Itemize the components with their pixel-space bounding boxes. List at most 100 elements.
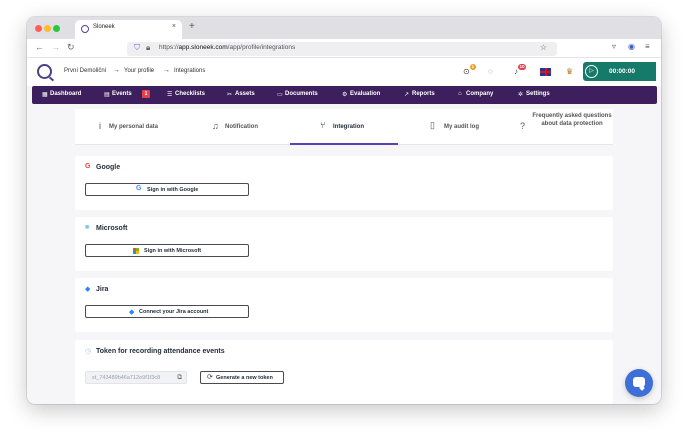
jira-integration-card: ◆ Jira ◆ Connect your Jira account: [75, 278, 613, 332]
menu-item-events[interactable]: Events: [112, 91, 132, 97]
back-arrow-icon[interactable]: ←: [35, 42, 44, 52]
tab-integration[interactable]: ⑂ Integration: [290, 109, 398, 145]
refresh-icon: ⟳: [207, 374, 213, 381]
maximize-window-icon[interactable]: [53, 25, 60, 32]
google-icon: G: [85, 163, 91, 170]
new-tab-button[interactable]: +: [189, 21, 195, 32]
card-title: Token for recording attendance events: [96, 348, 225, 355]
microsoft-icon: ■: [85, 224, 90, 231]
token-value: st_743489b46a712e9f1f3c8: [92, 375, 161, 381]
breadcrumb-separator: →: [163, 67, 170, 74]
sloneek-favicon-icon: [81, 25, 89, 33]
tab-label: Notification: [225, 124, 258, 130]
browser-tab[interactable]: Sloneek ×: [75, 20, 182, 39]
main-menu: ▦ Dashboard ▤ Events 1 ☰ Checklists ✂ As…: [32, 86, 657, 104]
menu-item-assets[interactable]: Assets: [235, 91, 255, 97]
tab-close-icon[interactable]: ×: [172, 23, 176, 30]
history-badge: 1: [470, 64, 476, 70]
evaluation-icon: ⚙: [342, 92, 348, 98]
events-badge: 1: [142, 90, 150, 98]
chat-support-button[interactable]: [625, 369, 653, 397]
button-label: Generate a new token: [216, 375, 273, 381]
lock-icon[interactable]: 🔒︎: [146, 43, 150, 53]
tab-label: Frequently asked questions about data pr…: [532, 113, 612, 127]
pocket-icon[interactable]: ▿: [612, 42, 616, 51]
breadcrumb-separator: →: [113, 67, 120, 74]
hamburger-menu-icon[interactable]: ≡: [645, 42, 650, 51]
menu-item-checklists[interactable]: Checklists: [175, 91, 205, 97]
card-title: Microsoft: [96, 225, 128, 232]
active-tab-indicator: [290, 143, 398, 145]
google-icon: G: [136, 185, 142, 192]
url-prefix: https://: [159, 44, 179, 51]
attendance-token-card: ◷ Token for recording attendance events …: [75, 340, 613, 404]
browser-tab-strip: Sloneek × +: [27, 17, 661, 39]
history-icon[interactable]: ⊙: [463, 67, 470, 76]
breadcrumb-profile[interactable]: Your profile: [124, 68, 154, 74]
calendar-icon: ▤: [104, 92, 110, 98]
tab-personal-data[interactable]: i My personal data: [75, 109, 183, 145]
sloneek-logo-icon[interactable]: [37, 64, 52, 79]
menu-item-dashboard[interactable]: Dashboard: [50, 91, 81, 97]
breadcrumb-current: Integrations: [174, 68, 206, 74]
button-label: Sign in with Microsoft: [144, 248, 202, 254]
connect-jira-button[interactable]: ◆ Connect your Jira account: [85, 305, 249, 318]
document-icon: ▯: [430, 120, 435, 130]
breadcrumb-company[interactable]: První Demoliční: [64, 68, 106, 74]
checklist-icon: ☰: [167, 92, 173, 98]
tab-audit-log[interactable]: ▯ My audit log: [398, 109, 505, 145]
timer-value: 00:00:00: [609, 68, 636, 75]
tab-label: My personal data: [109, 124, 159, 130]
clock-icon: ◷: [85, 348, 92, 355]
close-window-icon[interactable]: [35, 25, 42, 32]
tab-label: Integration: [333, 124, 364, 130]
microsoft-logo-icon: [133, 248, 139, 254]
generate-token-button[interactable]: ⟳ Generate a new token: [200, 371, 284, 384]
bell-icon: ♫: [212, 121, 219, 131]
bookmark-star-icon[interactable]: ☆: [540, 43, 547, 52]
forward-arrow-icon[interactable]: →: [51, 42, 60, 52]
minimize-window-icon[interactable]: [44, 25, 51, 32]
jira-icon: ◆: [85, 286, 91, 293]
tools-icon: ✂: [227, 92, 233, 98]
tab-label: My audit log: [444, 124, 479, 130]
branch-icon: ⑂: [320, 120, 326, 130]
reload-icon[interactable]: ↻: [67, 42, 75, 53]
button-label: Connect your Jira account: [139, 309, 209, 315]
uk-flag-icon[interactable]: [540, 68, 551, 76]
button-label: Sign in with Google: [147, 187, 199, 193]
menu-item-evaluation[interactable]: Evaluation: [350, 91, 380, 97]
url-text[interactable]: https://app.sloneek.com/app/profile/inte…: [159, 44, 295, 51]
chat-bubble-icon: [633, 377, 645, 387]
menu-item-settings[interactable]: Settings: [526, 91, 550, 97]
profile-tabs: i My personal data ♫ Notification ⑂ Inte…: [75, 109, 613, 145]
microsoft-integration-card: ■ Microsoft Sign in with Microsoft: [75, 217, 613, 271]
shield-icon[interactable]: ⛉: [134, 43, 140, 53]
copy-icon[interactable]: ⧉: [177, 374, 182, 382]
url-host: app.sloneek.com: [178, 44, 228, 51]
menu-item-documents[interactable]: Documents: [285, 91, 318, 97]
jira-icon: ◆: [129, 309, 135, 316]
card-title: Google: [96, 164, 121, 171]
tab-notification[interactable]: ♫ Notification: [183, 109, 290, 145]
account-icon[interactable]: ◉: [628, 42, 635, 51]
question-icon: ?: [520, 121, 526, 131]
award-icon[interactable]: ♛: [566, 67, 573, 76]
card-title: Jira: [96, 286, 109, 293]
address-bar[interactable]: ⛉ 🔒︎ https://app.sloneek.com/app/profile…: [127, 42, 557, 56]
menu-item-reports[interactable]: Reports: [412, 91, 435, 97]
attendance-timer[interactable]: ▷ 00:00:00: [583, 62, 656, 81]
sign-in-microsoft-button[interactable]: Sign in with Microsoft: [85, 244, 249, 257]
grid-icon: ▦: [42, 92, 48, 98]
menu-item-company[interactable]: Company: [466, 91, 493, 97]
gear-icon: ✲: [518, 92, 524, 98]
sign-in-google-button[interactable]: G Sign in with Google: [85, 183, 249, 196]
info-icon: i: [99, 121, 101, 131]
chart-icon: ↗: [404, 92, 410, 98]
play-icon[interactable]: ▷: [585, 65, 598, 78]
building-icon: ⌂: [458, 91, 462, 97]
chat-bubbles-icon[interactable]: ◌: [488, 67, 493, 76]
app-header: První Demoliční → Your profile → Integra…: [27, 58, 661, 86]
url-path: /app/profile/integrations: [227, 44, 296, 51]
token-field[interactable]: st_743489b46a712e9f1f3c8 ⧉: [85, 371, 187, 384]
